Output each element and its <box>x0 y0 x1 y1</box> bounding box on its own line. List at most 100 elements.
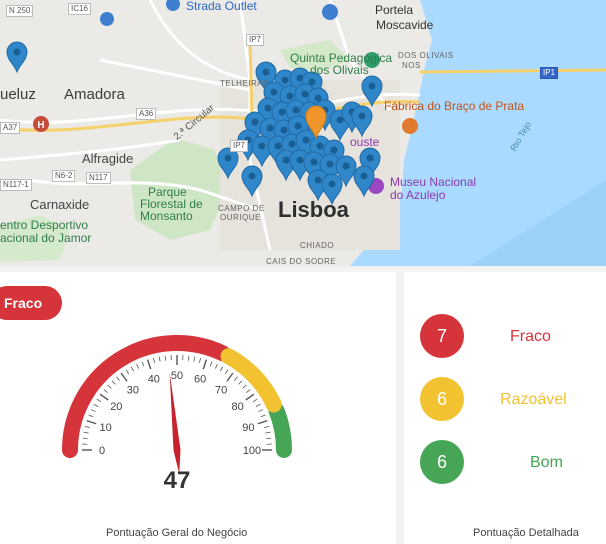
gauge-minor-tick <box>96 398 102 403</box>
location-pin-dot <box>278 108 286 116</box>
location-pin-dot <box>292 106 300 114</box>
gauge-minor-tick <box>255 403 261 407</box>
gauge-minor-tick <box>130 366 134 372</box>
gauge-minor-tick <box>82 437 88 440</box>
location-pin-dot <box>360 172 368 180</box>
gauge-tick-label: 60 <box>194 374 206 386</box>
gauge-major-tick <box>86 419 97 425</box>
gauge-arc-red <box>62 335 231 458</box>
place-olivais: DOS OLIVAIS <box>398 51 454 60</box>
score-value: 47 <box>163 467 191 494</box>
gauge-minor-tick <box>193 356 196 362</box>
gauge-tick-label: 30 <box>127 384 139 396</box>
gauge-major-tick <box>226 372 234 382</box>
place-campo-ourique-2: OURIQUE <box>220 213 261 222</box>
location-pin-dot <box>366 154 374 162</box>
gauge-minor-tick <box>136 363 140 369</box>
svg-text:H: H <box>37 120 44 131</box>
gauge-minor-tick <box>198 357 202 363</box>
location-pin-dot <box>224 154 232 162</box>
gauge-major-tick <box>120 372 128 382</box>
detail-score-caption: Pontuação Detalhada <box>473 527 579 539</box>
gauge-major-tick <box>146 359 152 370</box>
gauge-arc-green <box>268 402 292 458</box>
detail-count-fraco: 7 <box>420 314 464 358</box>
place-ouste: ouste <box>350 135 380 149</box>
gauge-minor-tick <box>209 361 213 367</box>
gauge-minor-tick <box>90 409 96 413</box>
detail-row-razoavel: 6 Razoável <box>420 377 606 423</box>
gauge-tick-label: 0 <box>99 445 105 457</box>
location-pin-dot <box>248 172 256 180</box>
location-pin-dot <box>316 142 324 150</box>
gauge-minor-tick <box>246 389 251 393</box>
location-pin-dot <box>314 94 322 102</box>
location-pin-dot <box>336 116 344 124</box>
gauge-minor-tick <box>103 389 108 393</box>
location-pin-dot <box>328 180 336 188</box>
gauge-minor-tick <box>111 380 116 385</box>
gauge-minor-tick <box>84 425 90 429</box>
status-badge: Fraco <box>0 286 62 320</box>
gauge-arc-yellow <box>220 348 282 413</box>
poi-centro-2[interactable]: acional do Jamor <box>0 232 91 244</box>
shield-ip7-top: IP7 <box>246 34 265 46</box>
place-campo-ourique-1: CAMPO DE <box>218 204 265 213</box>
gauge-minor-tick <box>214 363 218 369</box>
poi-museu-2[interactable]: do Azulejo <box>390 189 445 201</box>
gauge-major-tick <box>257 419 268 425</box>
gauge-tick-label: 40 <box>148 374 160 386</box>
place-carnaxide: Carnaxide <box>30 197 90 212</box>
location-pin-dot <box>326 160 334 168</box>
gauge-tick-label: 90 <box>242 422 254 434</box>
gauge-tick-label: 100 <box>243 445 261 457</box>
place-chiado: CHIADO <box>300 241 335 250</box>
place-alfragide: Alfragide <box>82 151 134 166</box>
shield-a36: A36 <box>136 108 157 120</box>
place-amadora: Amadora <box>64 86 125 103</box>
gauge-minor-tick <box>242 384 247 389</box>
poi-fabrica[interactable]: Fábrica do Braço de Prata <box>384 100 524 112</box>
location-pin-dot <box>296 156 304 164</box>
gauge-minor-tick <box>220 366 224 372</box>
location-pin-dot <box>358 112 366 120</box>
location-pin-dot <box>264 104 272 112</box>
detail-count-bom: 6 <box>420 440 464 484</box>
location-pin-icon[interactable] <box>6 41 28 74</box>
gauge-minor-tick <box>260 414 266 418</box>
gauge-minor-tick <box>141 361 145 367</box>
location-pin-dot <box>13 48 21 56</box>
location-pin-dot <box>342 162 350 170</box>
place-telheiras: TELHEIRAS <box>220 79 269 88</box>
gauge-major-tick <box>202 359 208 370</box>
gauge-minor-tick <box>187 355 190 361</box>
shield-ip1: IP1 <box>540 67 559 79</box>
location-pin-dot <box>270 88 278 96</box>
place-moscavide: Moscavide <box>376 18 434 32</box>
gauge-minor-tick <box>265 431 271 434</box>
poi-quinta-2[interactable]: dos Olivais <box>310 64 369 76</box>
gauge-minor-tick <box>252 398 258 403</box>
map-base: H <box>0 0 606 266</box>
shield-a37: A37 <box>0 122 21 134</box>
location-pin-dot <box>258 142 266 150</box>
location-pin-dot <box>281 76 289 84</box>
poi-parque-3[interactable]: Monsanto <box>140 210 193 222</box>
poi-strada[interactable]: Strada Outlet <box>186 0 257 12</box>
gauge-minor-tick <box>234 376 238 381</box>
location-pin-dot <box>314 176 322 184</box>
detail-count-razoavel: 6 <box>420 377 464 421</box>
location-pin-dot <box>282 156 290 164</box>
map[interactable]: H Amadora ueluz Lisboa Alfragide Carnaxi… <box>0 0 606 266</box>
poi-centro-1[interactable]: entro Desportivo <box>0 219 88 231</box>
location-pin-dot <box>288 140 296 148</box>
place-lisboa: Lisboa <box>278 197 349 222</box>
shield-ip7-mid: IP7 <box>230 140 249 152</box>
shield-n117-1: N117-1 <box>0 179 32 191</box>
gauge-minor-tick <box>224 369 229 375</box>
place-portela: Portela <box>375 3 414 17</box>
gauge-minor-tick <box>83 431 89 434</box>
poi-museu-1[interactable]: Museu Nacional <box>390 176 476 188</box>
location-pin-dot <box>266 124 274 132</box>
gauge-minor-tick <box>88 414 94 418</box>
